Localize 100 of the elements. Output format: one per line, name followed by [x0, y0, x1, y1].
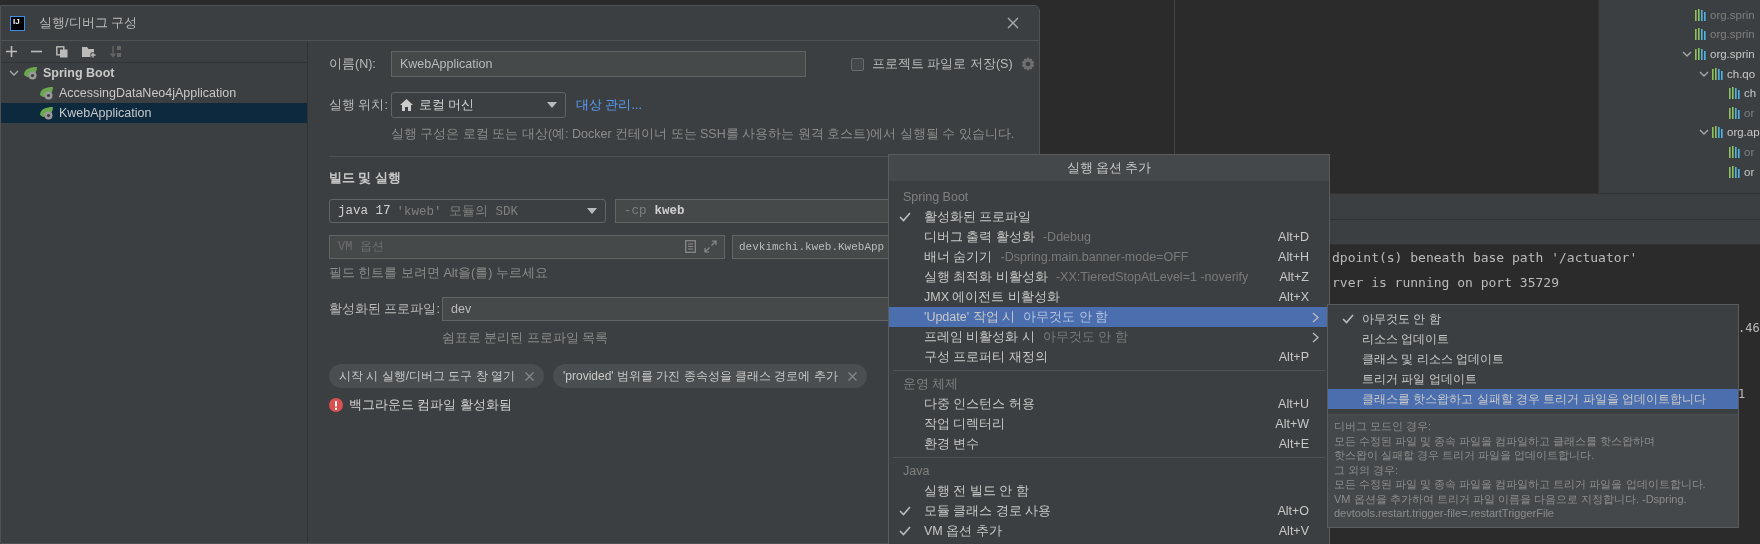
close-icon[interactable] [847, 371, 857, 381]
description-line: 디버그 모드인 경우: [1334, 419, 1433, 434]
dependency-label: or [1744, 106, 1755, 119]
description-line: 모든 수정된 파일 및 종속 파일을 컴파일하고 클래스를 핫스왑하며 [1334, 433, 1657, 448]
menu-item[interactable]: 클래스 및 리소스 업데이트 [1328, 349, 1738, 369]
shortcut-label: Alt+Z [1279, 270, 1310, 284]
bars-icon [1729, 87, 1741, 100]
menu-item[interactable]: VM 옵션 추가 Alt+V [889, 521, 1329, 541]
console-line: 1 [1738, 386, 1747, 403]
home-icon [400, 99, 413, 111]
bars-icon [1729, 165, 1741, 178]
leaf-gear-icon [39, 106, 55, 120]
shortcut-label: Alt+W [1275, 417, 1310, 431]
caret-icon [547, 102, 557, 108]
option-chip[interactable]: 'provided' 범위를 가진 종속성을 클래스 경로에 추가 [553, 364, 867, 388]
dependency-label: org.sprin [1710, 48, 1755, 60]
bars-icon [1712, 67, 1724, 80]
caret-icon [587, 208, 597, 214]
menu-item[interactable]: 리소스 업데이트 [1328, 329, 1738, 349]
description-line: devtools.restart.trigger-file=.restartTriggerFile [1334, 506, 1555, 521]
menu-item[interactable]: 구성 프로퍼티 재정의 Alt+P [889, 347, 1329, 367]
close-icon[interactable] [525, 371, 534, 381]
console-line: rver is running on port 35729 [1332, 274, 1560, 292]
error-icon [329, 398, 343, 412]
bars-icon [1695, 28, 1707, 41]
chevron-icon[interactable] [1699, 69, 1709, 78]
checkbox[interactable] [851, 57, 864, 71]
document-icon[interactable] [685, 240, 696, 253]
shortcut-label: Alt+X [1278, 290, 1310, 304]
option-hint: -XX:TieredStopAtLevel=1 -noverify [1055, 270, 1249, 284]
field-label: 이름(N): [329, 55, 377, 73]
field-label: 실행 위치: [329, 96, 389, 114]
dependency-label: or [1744, 145, 1755, 158]
console-line: dpoint(s) beneath base path '/actuator' [1332, 249, 1639, 267]
leaf-gear-icon [39, 86, 55, 100]
shortcut-label: Alt+D [1278, 230, 1310, 244]
dependency-label: ch.qo [1727, 67, 1756, 80]
chevron-icon[interactable] [1682, 50, 1692, 58]
dependency-label: org.sprin [1710, 8, 1755, 21]
bars-icon [1729, 145, 1741, 158]
window-title: 실행/디버그 구성 [39, 14, 138, 32]
bars-icon [1729, 106, 1741, 119]
app-logo: IJ [10, 15, 25, 31]
menu-item[interactable]: 환경 변수 Alt+E [889, 434, 1329, 454]
section-header: 운영 체제 [902, 376, 960, 393]
field-label: 활성화된 프로파일: [329, 300, 441, 318]
help-text: 필드 힌트를 보려면 Alt을(를) 누르세요 [329, 265, 548, 281]
bars-icon [1712, 126, 1724, 139]
option-hint: 아무것도 안 함 [1042, 328, 1128, 346]
menu-item[interactable]: 프레임 비활성화 시 아무것도 안 함 [889, 327, 1329, 347]
description-line: 핫스왑이 실패할 경우 트리거 파일을 업데이트합니다. [1334, 448, 1596, 463]
option-prefix: -cp [624, 204, 647, 218]
bars-icon [1695, 48, 1707, 60]
jdk-dropdown[interactable]: java 17 'kweb' 모듈의 SDK [329, 199, 606, 223]
warning-text: 백그라운드 컴파일 활성화됨 [349, 396, 512, 414]
add-icon[interactable] [6, 46, 17, 57]
menu-item[interactable]: 모듈 클래스 경로 사용 Alt+O [889, 501, 1329, 521]
bars-icon [1695, 8, 1707, 21]
leaf-gear-icon [23, 66, 39, 80]
folder-add-icon[interactable] [82, 45, 96, 58]
run-target-dropdown[interactable]: 로컬 머신 [391, 92, 566, 118]
close-icon[interactable] [1007, 17, 1019, 29]
chevron-icon [1312, 331, 1319, 343]
console-line: .46 [1738, 320, 1760, 337]
menu-item[interactable]: 작업 디렉터리 Alt+W [889, 414, 1329, 434]
tree-item[interactable]: KwebApplication [1, 103, 307, 123]
menu-item[interactable]: 실행 최적화 비활성화 -XX:TieredStopAtLevel=1 -noverify Alt+Z [889, 267, 1329, 287]
chevron-icon[interactable] [9, 69, 19, 77]
description-line: 그 외의 경우: [1334, 462, 1400, 477]
name-field[interactable]: KwebApplication [391, 51, 806, 77]
help-text: 실행 구성은 로컬 또는 대상(예: Docker 컨테이너 또는 SSH를 사용하는 원격 호스트)에서 실행될 수 있습니다. [390, 126, 1015, 142]
dependency-label: ch [1744, 87, 1757, 100]
check-icon [899, 212, 911, 222]
dependency-label: org.ap [1727, 126, 1760, 139]
dependency-label: org.sprin [1710, 28, 1755, 41]
expand-icon[interactable] [704, 240, 717, 253]
shortcut-label: Alt+H [1278, 250, 1310, 264]
tree-item[interactable]: Spring Boot [1, 63, 307, 83]
shortcut-label: Alt+V [1278, 524, 1310, 538]
manage-targets-link[interactable]: 대상 관리... [576, 96, 642, 114]
copy-icon[interactable] [56, 45, 68, 58]
dependency-label: or [1744, 165, 1755, 178]
section-header: Java [902, 463, 931, 480]
shortcut-label: Alt+E [1278, 437, 1310, 451]
check-icon [1342, 314, 1354, 324]
menu-item[interactable]: 실행 전 빌드 안 함 [889, 481, 1329, 501]
menu-item[interactable]: 트리거 파일 업데이트 [1328, 369, 1738, 389]
chevron-icon [1312, 311, 1319, 323]
shortcut-label: Alt+P [1278, 350, 1310, 364]
sdk-hint: 'kweb' 모듈의 SDK [396, 203, 519, 220]
menu-item[interactable]: 다중 인스턴스 허용 Alt+U [889, 394, 1329, 414]
tree-item[interactable]: AccessingDataNeo4jApplication [1, 83, 307, 103]
chevron-icon[interactable] [1699, 128, 1709, 137]
popup-title: 실행 옵션 추가 [889, 155, 1329, 181]
menu-item[interactable]: 아무것도 안 함 [1328, 309, 1738, 329]
option-chip[interactable]: 시작 시 실행/디버그 도구 창 열기 [329, 364, 544, 388]
help-text: 쉼표로 분리된 프로파일 목록 [441, 330, 609, 346]
description-line: 모든 수정된 파일 및 종속 파일을 컴파일하고 트리거 파일을 업데이트합니다. [1334, 477, 1707, 492]
shortcut-label: Alt+U [1278, 397, 1310, 411]
description-line: VM 옵션을 추가하여 트리거 파일 이름을 다음으로 지정합니다. -Dspring. [1334, 491, 1688, 506]
